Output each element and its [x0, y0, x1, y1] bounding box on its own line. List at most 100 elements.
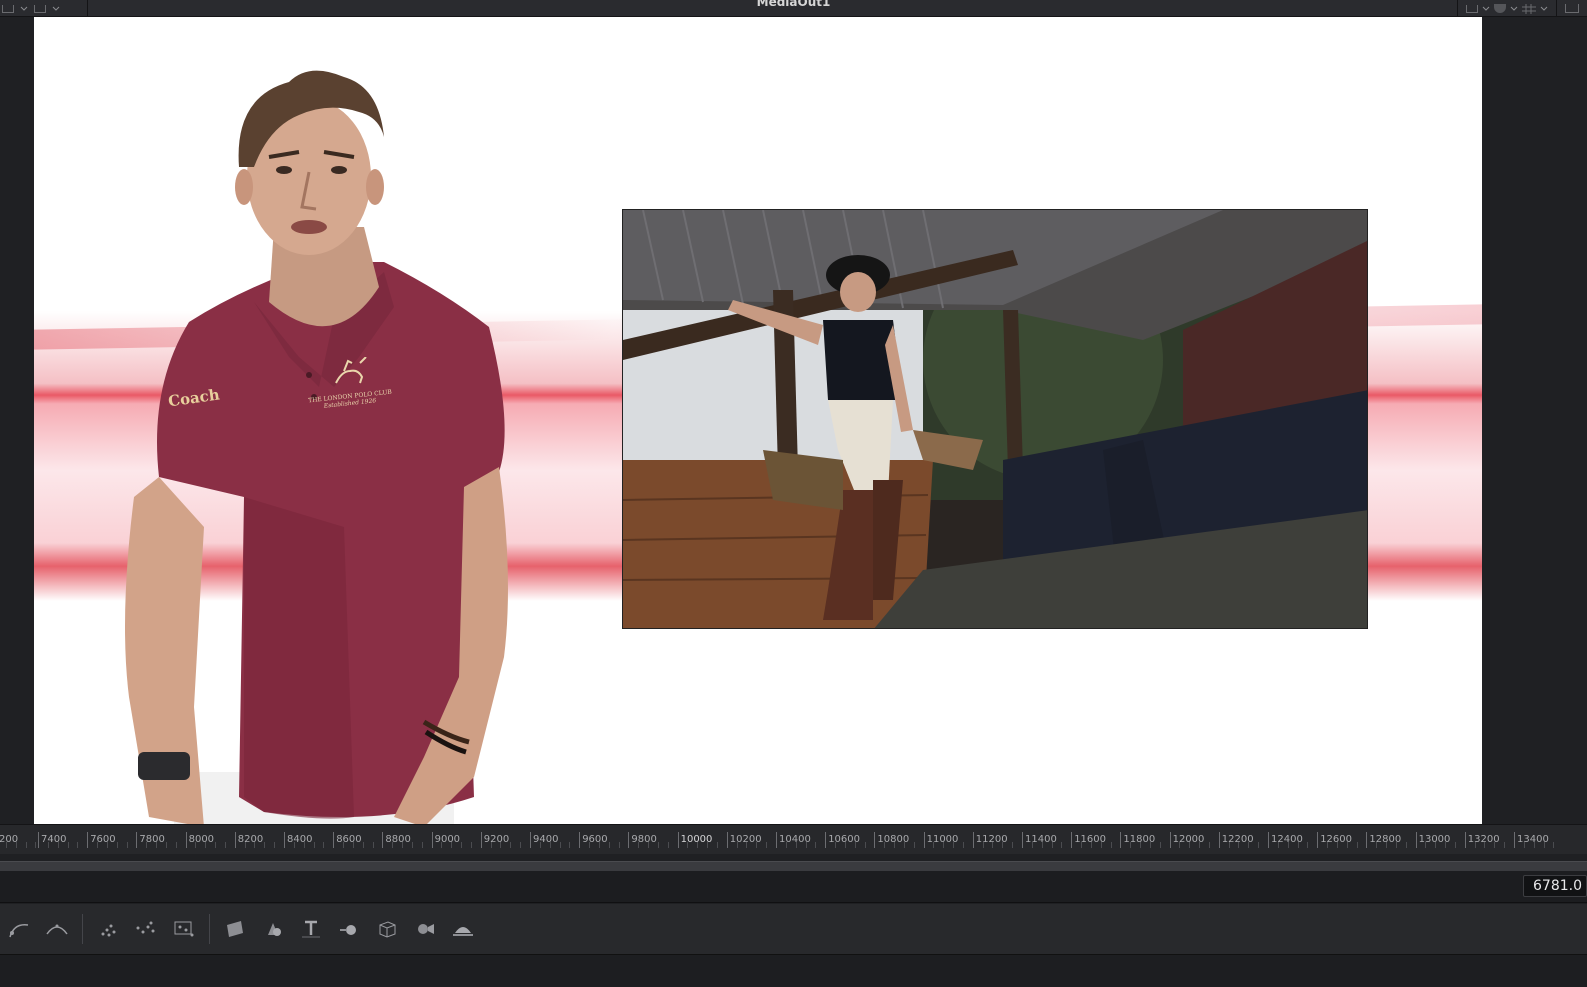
- stable-scene-image: [623, 210, 1367, 628]
- renderer-3d-icon[interactable]: [374, 916, 400, 942]
- time-scrubber[interactable]: [0, 861, 1587, 871]
- ruler-minor-tick: [1149, 842, 1151, 848]
- ruler-minor-tick: [1376, 842, 1378, 848]
- ruler-minor-tick: [175, 842, 177, 848]
- chevron-down-icon[interactable]: [1540, 5, 1548, 13]
- ruler-minor-tick: [1297, 842, 1299, 848]
- ruler-minor-tick: [844, 842, 846, 848]
- shape-3d-icon[interactable]: [260, 916, 286, 942]
- maximize-viewer-icon[interactable]: [1565, 4, 1579, 13]
- time-bar: 6781.0: [0, 871, 1587, 903]
- ruler-minor-tick: [1258, 842, 1260, 848]
- ruler-tick-label: 7800: [139, 834, 165, 845]
- current-time-field[interactable]: 6781.0: [1523, 875, 1587, 897]
- particle-emitter-icon[interactable]: [95, 916, 121, 942]
- ruler-minor-tick: [1012, 842, 1014, 848]
- bspline-icon[interactable]: [6, 916, 32, 942]
- ruler-minor-tick: [608, 842, 610, 848]
- camera-3d-icon[interactable]: [412, 916, 438, 942]
- roi-icon[interactable]: [1466, 4, 1478, 13]
- ruler-tick-label: 9400: [533, 834, 559, 845]
- maximize-group: [1556, 0, 1587, 17]
- ruler-minor-tick: [441, 842, 443, 848]
- ruler-minor-tick: [352, 842, 354, 848]
- ruler-minor-tick: [224, 842, 226, 848]
- ruler-tick: [1071, 832, 1073, 848]
- ruler-minor-tick: [1336, 842, 1338, 848]
- chevron-down-icon[interactable]: [1482, 5, 1490, 13]
- ruler-tick: [1514, 832, 1515, 848]
- ruler-tick: [38, 832, 39, 848]
- ruler-tick-label: 9000: [434, 834, 461, 845]
- ruler-minor-tick: [195, 842, 197, 848]
- ruler-minor-tick: [156, 842, 158, 848]
- ruler-tick-label: 9200: [483, 834, 510, 845]
- ruler-tick: [1022, 832, 1023, 848]
- ruler-minor-tick: [736, 842, 738, 848]
- ruler-minor-tick: [687, 842, 689, 848]
- ruler-minor-tick: [1484, 842, 1486, 848]
- ruler-minor-tick: [598, 842, 600, 848]
- ruler-tick-label: 9600: [582, 834, 608, 845]
- merge-3d-icon[interactable]: [336, 916, 362, 942]
- ruler-tick: [87, 832, 89, 848]
- time-ruler[interactable]: 200 7400 7600 7800 8000 8200 8400 8600 8800 9000 9…: [0, 824, 1587, 854]
- ruler-minor-tick: [1425, 842, 1427, 848]
- ruler-minor-tick: [785, 842, 787, 848]
- ruler-minor-tick: [1543, 842, 1545, 848]
- viewer[interactable]: Coach THE LONDON POLO CLUB Established 1…: [0, 17, 1587, 824]
- ruler-minor-tick: [894, 842, 896, 848]
- ruler-tick-label: 9800: [631, 834, 657, 845]
- ruler-minor-tick: [1523, 842, 1525, 848]
- polo-rider-logo-icon: [335, 356, 367, 384]
- color-channel-icon[interactable]: [1494, 4, 1506, 13]
- ruler-minor-tick: [67, 842, 69, 848]
- ruler-minor-tick: [1395, 842, 1397, 848]
- chevron-down-icon[interactable]: [1510, 5, 1518, 13]
- ruler-minor-tick: [569, 842, 571, 848]
- coach-person-image: [125, 70, 508, 824]
- particle-pmerge-icon[interactable]: [171, 916, 197, 942]
- ruler-minor-tick: [1051, 842, 1053, 848]
- ruler-minor-tick: [982, 842, 984, 848]
- ruler-minor-tick: [657, 842, 659, 848]
- ruler-minor-tick: [1238, 842, 1240, 848]
- ruler-minor-tick: [835, 842, 837, 848]
- ruler-minor-tick: [362, 842, 364, 848]
- ruler-tick: [284, 832, 285, 848]
- ruler-minor-tick: [451, 842, 453, 848]
- toolbar-separator: [82, 914, 83, 944]
- ruler-minor-tick: [402, 842, 404, 848]
- ruler-tick-label: 8000: [188, 834, 215, 845]
- ruler-minor-tick: [35, 842, 37, 848]
- particle-render-icon[interactable]: [133, 916, 159, 942]
- image-plane-3d-icon[interactable]: [222, 916, 248, 942]
- text-3d-icon[interactable]: [298, 916, 324, 942]
- bezier-icon[interactable]: [44, 916, 70, 942]
- grid-icon[interactable]: [1522, 3, 1536, 14]
- horse-stable-photo: [622, 209, 1368, 629]
- ruler-minor-tick: [903, 842, 905, 848]
- ruler-tick-label: 8600: [336, 834, 362, 845]
- ruler-minor-tick: [1445, 842, 1447, 848]
- ruler-minor-tick: [1081, 842, 1083, 848]
- ruler-minor-tick: [97, 842, 99, 848]
- ruler-minor-tick: [490, 842, 492, 848]
- ruler-minor-tick: [667, 842, 669, 848]
- ruler-minor-tick: [854, 842, 856, 848]
- ruler-minor-tick: [913, 842, 915, 848]
- spotlight-icon[interactable]: [450, 916, 476, 942]
- ruler-minor-tick: [244, 842, 246, 848]
- ruler-minor-tick: [1031, 842, 1033, 848]
- ruler-minor-tick: [795, 842, 797, 848]
- ruler-minor-tick: [343, 842, 345, 848]
- ruler-minor-tick: [116, 842, 118, 848]
- ruler-tick-label: 8800: [385, 834, 411, 845]
- ruler-minor-tick: [264, 842, 266, 848]
- ruler-tick-label: 8200: [237, 834, 264, 845]
- ruler-minor-tick: [461, 842, 463, 848]
- ruler-minor-tick: [1179, 842, 1181, 848]
- ruler-minor-tick: [5, 842, 7, 848]
- ruler-tick: [972, 832, 974, 848]
- ruler-minor-tick: [106, 842, 108, 848]
